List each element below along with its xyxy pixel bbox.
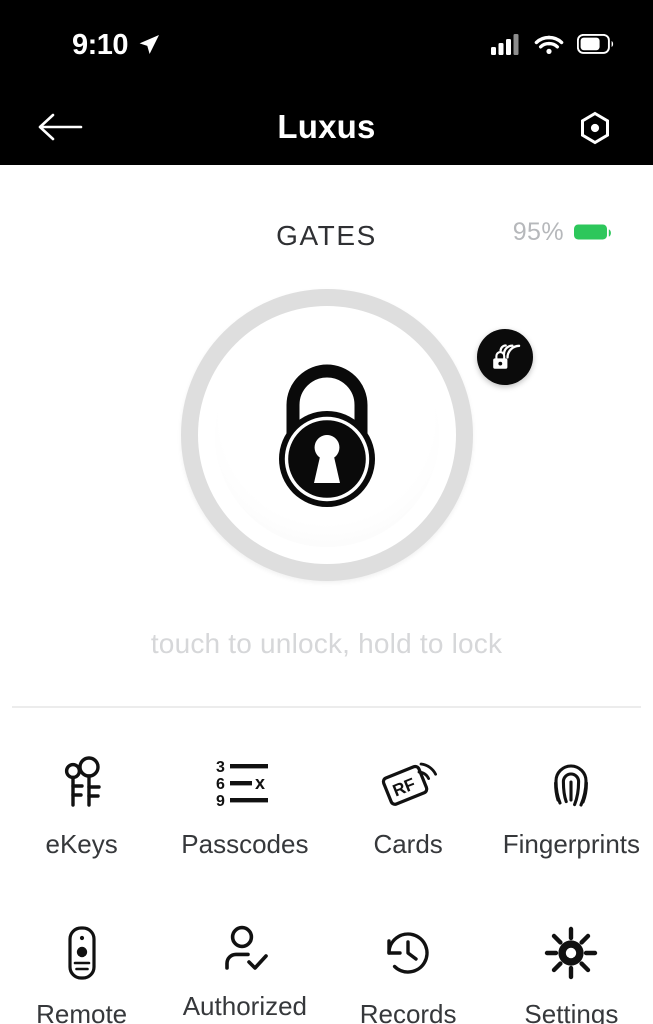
device-battery-icon — [574, 224, 611, 239]
section-divider — [12, 706, 641, 708]
device-settings-button[interactable] — [570, 106, 620, 150]
gear-icon-wrap — [543, 922, 599, 984]
svg-text:x: x — [255, 773, 265, 793]
grid-item-label: eKeys — [45, 829, 118, 859]
passcode-list-icon-wrap: 3 6 9 x — [214, 752, 276, 814]
grid-item-label: Authorized Admin — [182, 991, 308, 1024]
hexagon-dot-icon — [581, 111, 609, 145]
status-clock: 9:10 — [72, 29, 129, 61]
grid-item-authorized-admin[interactable]: Authorized Admin — [163, 922, 326, 1024]
grid-item-label: Fingerprints — [502, 829, 641, 859]
grid-item-label: Remote — [36, 999, 128, 1024]
fingerprint-icon — [554, 764, 589, 807]
svg-text:6: 6 — [216, 776, 225, 793]
top-black-area: 9:10 Luxus — [0, 0, 653, 165]
history-clock-icon-wrap — [381, 922, 435, 984]
app-screen: 9:10 Luxus GATES 95% touch to unlock, ho… — [0, 0, 653, 1024]
page-title: Luxus — [277, 107, 376, 145]
rfid-card-icon: RF — [381, 762, 438, 806]
padlock-icon — [279, 364, 375, 507]
keys-icon — [64, 756, 101, 807]
remote-unlock-badge[interactable] — [477, 329, 533, 385]
status-bar: 9:10 — [0, 0, 653, 88]
key-fob-icon — [68, 926, 96, 980]
grid-item-settings[interactable]: Settings — [490, 922, 653, 1024]
key-fob-icon-wrap — [62, 922, 102, 984]
location-arrow-icon — [139, 35, 160, 54]
fingerprint-icon-wrap — [544, 752, 598, 814]
battery-icon — [577, 34, 614, 54]
grid-item-label: Records — [359, 999, 457, 1024]
grid-item-records[interactable]: Records — [327, 922, 490, 1024]
gear-icon — [545, 926, 598, 980]
remote-unlock-icon — [493, 344, 521, 369]
grid-item-label: Cards — [373, 829, 443, 859]
lock-button-face — [215, 323, 439, 547]
person-check-icon — [225, 925, 268, 970]
grid-item-label: Settings — [524, 999, 619, 1024]
grid-item-label: Passcodes — [181, 829, 309, 859]
battery-percent-label: 95% — [512, 218, 564, 246]
grid-item-remote[interactable]: Remote — [0, 922, 163, 1024]
status-bar-right — [491, 33, 615, 55]
svg-text:9: 9 — [216, 793, 225, 810]
keys-icon-wrap — [56, 752, 108, 814]
grid-item-passcodes[interactable]: 3 6 9 x Passcodes — [163, 752, 326, 884]
passcode-list-icon: 3 6 9 x — [216, 759, 268, 810]
cellular-signal-icon — [491, 34, 519, 55]
grid-item-cards[interactable]: RF Cards — [327, 752, 490, 884]
lock-button[interactable] — [181, 289, 473, 581]
lock-hint-text: touch to unlock, hold to lock — [150, 628, 503, 659]
rfid-card-icon-wrap: RF — [378, 752, 438, 814]
lock-button-area — [181, 289, 533, 581]
svg-text:3: 3 — [216, 759, 225, 776]
grid-item-ekeys[interactable]: eKeys — [0, 752, 163, 884]
nav-bar: Luxus — [0, 88, 653, 165]
wifi-icon — [534, 35, 564, 54]
function-grid: eKeys 3 6 9 x Passcodes RF Cards Fingerp… — [0, 752, 653, 1024]
grid-item-fingerprints[interactable]: Fingerprints — [490, 752, 653, 884]
device-header: GATES 95% — [0, 214, 653, 258]
device-battery: 95% — [513, 218, 614, 247]
person-check-icon-wrap — [217, 922, 273, 976]
history-clock-icon — [387, 932, 429, 974]
status-bar-left: 9:10 — [72, 30, 161, 60]
